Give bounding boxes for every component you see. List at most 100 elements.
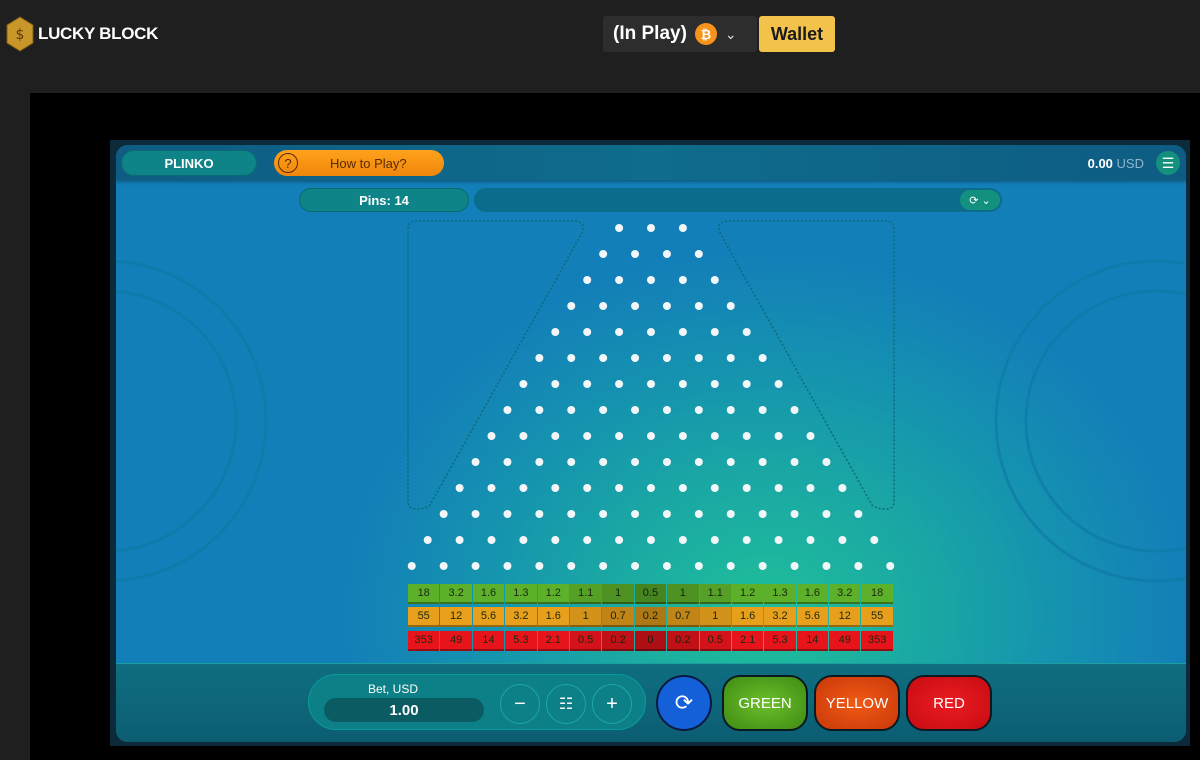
multiplier-row-red: 353 49 14 5.3 2.1 0.5 0.2 0 0.2 0.5 2.1 5.3 14 49 353 [408, 631, 893, 651]
pin [567, 354, 576, 362]
in-play-label: (In Play) [613, 23, 687, 44]
pin [535, 562, 544, 570]
pin [647, 380, 655, 388]
pin [503, 562, 512, 570]
pin [551, 536, 560, 544]
multiplier-cell: 1.6 [731, 607, 764, 627]
pin [886, 562, 895, 570]
pin [599, 302, 608, 310]
multiplier-cell: 5.3 [764, 631, 796, 651]
pin [647, 432, 655, 440]
decrease-bet-button[interactable]: − [500, 684, 540, 724]
bet-amount-input[interactable]: 1.00 [324, 698, 484, 722]
pin [758, 406, 767, 414]
multiplier-cell: 0.2 [602, 631, 634, 651]
red-drop-button[interactable]: RED [906, 675, 992, 731]
wallet-button[interactable]: Wallet [759, 16, 835, 52]
pin [822, 458, 831, 466]
increase-bet-button[interactable]: + [592, 684, 632, 724]
pin [710, 432, 719, 440]
pin [678, 380, 687, 388]
pin [678, 328, 687, 336]
pin [678, 276, 687, 284]
how-to-play-button[interactable]: ? How to Play? [274, 150, 444, 176]
pin [854, 562, 863, 570]
chevron-down-icon[interactable]: ⌄ [725, 26, 737, 43]
pin [599, 250, 608, 258]
pin [615, 484, 624, 492]
pins-selector[interactable]: Pins: 14 [299, 188, 469, 212]
multiplier-cell: 0.7 [667, 607, 699, 627]
balance-selector[interactable]: (In Play) ₿ ⌄ [603, 16, 757, 52]
pin [519, 536, 528, 544]
pin [583, 484, 592, 492]
plinko-board [116, 220, 1186, 583]
pin [503, 406, 512, 414]
pin [599, 458, 608, 466]
pin [599, 562, 608, 570]
pin [631, 458, 640, 466]
multiplier-cell: 1 [667, 584, 699, 604]
multiplier-cell: 49 [829, 631, 861, 651]
pin [742, 484, 751, 492]
pin [758, 562, 767, 570]
multiplier-row-green: 18 3.2 1.6 1.3 1.2 1.1 1 0.5 1 1.1 1.2 1.3 1.6 3.2 18 [408, 584, 893, 604]
history-toggle[interactable]: ⟳ ⌄ [960, 190, 1000, 210]
multiplier-cell: 1.2 [537, 584, 569, 604]
pin [631, 510, 640, 518]
pin [678, 432, 687, 440]
multiplier-cell: 3.2 [505, 607, 537, 627]
pin [519, 432, 528, 440]
pin [694, 562, 703, 570]
pin [567, 510, 576, 518]
history-icon: ⟳ [969, 194, 979, 207]
pin [583, 380, 592, 388]
pin [615, 432, 624, 440]
multiplier-cell: 5.6 [472, 607, 505, 627]
yellow-drop-button[interactable]: YELLOW [814, 675, 900, 731]
brand-logo[interactable]: $ LUCKY BLOCK [6, 16, 158, 52]
pin [535, 354, 544, 362]
green-drop-button[interactable]: GREEN [722, 675, 808, 731]
pin [838, 484, 847, 492]
multiplier-cell: 2.1 [731, 631, 764, 651]
multiplier-cell: 1.1 [699, 584, 731, 604]
multiplier-cell: 0.2 [667, 631, 699, 651]
coins-icon[interactable]: ☷ [546, 684, 586, 724]
pin [535, 406, 544, 414]
pin [647, 224, 655, 232]
plinko-game: PLINKO ? How to Play? 0.00 USD ☰ Pins: 14… [116, 145, 1186, 742]
autoplay-button[interactable]: ⟳ [656, 675, 712, 731]
pin [742, 380, 751, 388]
pin [774, 484, 783, 492]
pin [694, 250, 703, 258]
multiplier-cell: 12 [440, 607, 472, 627]
pin [567, 406, 576, 414]
multiplier-cell: 1.3 [764, 584, 796, 604]
controls-bar: Bet, USD 1.00 − ☷ + ⟳ GREEN YELLOW RED [116, 663, 1186, 742]
game-title: PLINKO [121, 150, 257, 176]
pin [822, 562, 831, 570]
multiplier-cell: 0.5 [699, 631, 731, 651]
pin [615, 536, 624, 544]
multiplier-cell: 5.3 [505, 631, 537, 651]
multiplier-cell: 55 [408, 607, 440, 627]
pin [583, 276, 592, 284]
multiplier-cell: 18 [861, 584, 893, 604]
pin [774, 432, 783, 440]
multiplier-cell: 1.6 [537, 607, 569, 627]
pin [806, 536, 815, 544]
pin [662, 458, 671, 466]
multiplier-cell: 1 [569, 607, 602, 627]
pin [583, 328, 592, 336]
multiplier-cell: 3.2 [440, 584, 472, 604]
multiplier-cell: 12 [829, 607, 861, 627]
pin [742, 536, 751, 544]
bitcoin-icon: ₿ [694, 23, 717, 45]
pin [678, 536, 687, 544]
balance-currency: USD [1116, 156, 1144, 171]
menu-icon[interactable]: ☰ [1156, 151, 1180, 175]
pin [631, 302, 640, 310]
pin [407, 562, 416, 570]
pin [599, 354, 608, 362]
